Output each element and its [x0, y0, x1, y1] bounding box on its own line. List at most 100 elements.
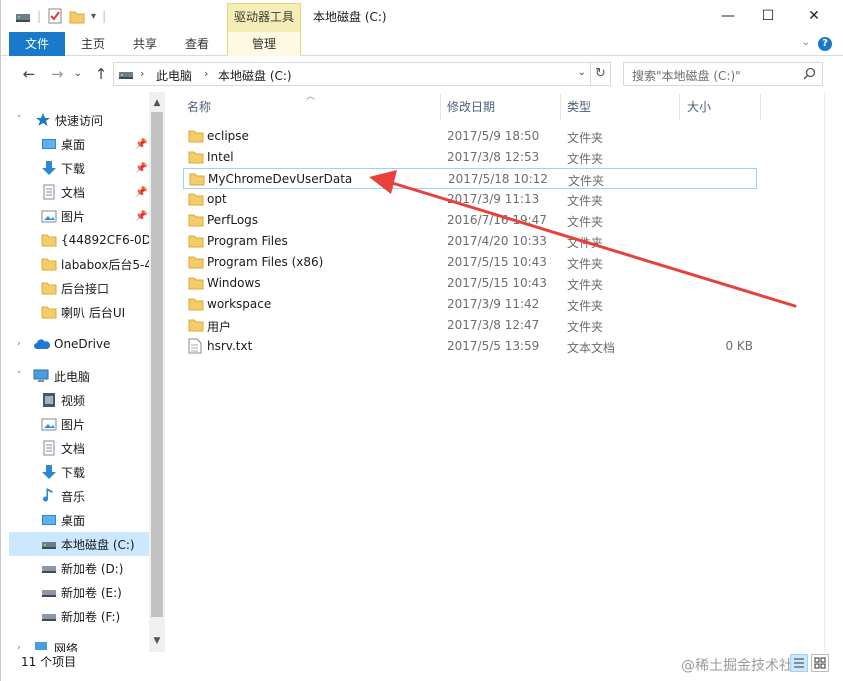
file-name: Program Files — [207, 234, 288, 248]
nav-item-pictures[interactable]: 图片 — [9, 412, 149, 436]
large-icons-view-button[interactable] — [811, 654, 829, 672]
explorer-window: | ▾ | 驱动器工具 本地磁盘 (C:) — ☐ ✕ 文件 主页 共享 查看 … — [0, 0, 843, 681]
collapse-chevron-icon[interactable]: ˅ — [17, 371, 22, 381]
file-row[interactable]: Intel 2017/3/8 12:53 文件夹 — [183, 147, 757, 168]
nav-item-folder[interactable]: lababox后台5-4 — [9, 252, 149, 276]
file-row[interactable]: eclipse 2017/5/9 18:50 文件夹 — [183, 126, 757, 147]
column-header-date[interactable]: 修改日期 — [447, 94, 495, 120]
refresh-button[interactable]: ↻ — [591, 62, 611, 86]
file-type: 文件夹 — [567, 215, 604, 229]
close-button[interactable]: ✕ — [791, 0, 837, 32]
scroll-down-icon[interactable]: ▼ — [149, 632, 165, 650]
back-button[interactable]: ← — [19, 64, 39, 84]
nav-item-drive-e[interactable]: 新加卷 (E:) — [9, 580, 149, 604]
nav-item-local-disk-c[interactable]: 本地磁盘 (C:) — [9, 532, 149, 556]
list-scrollbar[interactable] — [824, 92, 840, 652]
nav-item-drive-d[interactable]: 新加卷 (D:) — [9, 556, 149, 580]
nav-quick-access[interactable]: ˅ 快速访问 — [9, 108, 149, 132]
nav-label: 网络 — [54, 641, 79, 653]
video-icon — [41, 392, 57, 408]
column-divider[interactable] — [440, 94, 441, 120]
file-row[interactable]: Program Files 2017/4/20 10:33 文件夹 — [183, 231, 757, 252]
nav-this-pc[interactable]: ˅ 此电脑 — [9, 364, 149, 388]
expand-chevron-icon[interactable]: › — [17, 339, 21, 349]
customize-toolbar-icon[interactable]: ▾ — [91, 11, 96, 22]
tab-view[interactable]: 查看 — [177, 32, 217, 56]
nav-label: 图片 — [61, 417, 86, 432]
nav-item-folder[interactable]: 后台接口 — [9, 276, 149, 300]
details-view-button[interactable] — [790, 654, 808, 672]
details-view-icon — [794, 658, 804, 668]
pin-icon[interactable]: 📌 — [135, 163, 147, 174]
file-row[interactable]: workspace 2017/3/9 11:42 文件夹 — [183, 294, 757, 315]
search-icon — [803, 67, 816, 83]
nav-item-music[interactable]: 音乐 — [9, 484, 149, 508]
file-row[interactable]: Program Files (x86) 2017/5/15 10:43 文件夹 — [183, 252, 757, 273]
nav-label: 桌面 — [61, 137, 86, 152]
nav-network[interactable]: › 网络 — [9, 636, 149, 653]
file-row[interactable]: opt 2017/3/9 11:13 文件夹 — [183, 189, 757, 210]
file-row[interactable]: 用户 2017/3/8 12:47 文件夹 — [183, 315, 757, 336]
pin-icon[interactable]: 📌 — [135, 139, 147, 150]
properties-icon[interactable] — [47, 8, 63, 24]
file-date: 2017/5/15 10:43 — [447, 255, 547, 269]
column-header-type[interactable]: 类型 — [567, 94, 591, 120]
breadcrumb-separator-icon[interactable]: › — [204, 67, 208, 80]
scroll-up-icon[interactable]: ▲ — [149, 94, 165, 112]
nav-item-folder[interactable]: 喇叭 后台UI — [9, 300, 149, 324]
drive-icon — [41, 608, 57, 624]
file-type: 文件夹 — [567, 152, 604, 166]
file-row[interactable]: Windows 2017/5/15 10:43 文件夹 — [183, 273, 757, 294]
search-input[interactable]: 搜索"本地磁盘 (C:)" — [623, 62, 823, 86]
nav-scrollbar-thumb[interactable] — [151, 112, 163, 617]
nav-item-folder[interactable]: {44892CF6-0D6 — [9, 228, 149, 252]
nav-item-documents[interactable]: 文档 — [9, 436, 149, 460]
address-bar[interactable]: › 此电脑 › 本地磁盘 (C:) ⌄ — [113, 62, 591, 86]
nav-item-downloads[interactable]: 下载 — [9, 460, 149, 484]
tab-file[interactable]: 文件 — [9, 32, 65, 56]
breadcrumb-this-pc[interactable]: 此电脑 — [156, 67, 192, 84]
column-divider[interactable] — [760, 94, 761, 120]
computer-icon — [33, 368, 49, 384]
nav-item-downloads[interactable]: 下载 📌 — [9, 156, 149, 180]
address-dropdown-icon[interactable]: ⌄ — [578, 67, 586, 78]
column-header-name[interactable]: 名称 — [187, 94, 211, 120]
nav-onedrive[interactable]: › OneDrive — [9, 332, 149, 356]
expand-chevron-icon[interactable]: › — [17, 643, 21, 652]
forward-button[interactable]: → — [47, 64, 67, 84]
breadcrumb-local-disk[interactable]: 本地磁盘 (C:) — [218, 67, 292, 84]
network-icon — [33, 640, 49, 652]
tab-share[interactable]: 共享 — [125, 32, 165, 56]
pin-icon[interactable]: 📌 — [135, 187, 147, 198]
new-folder-icon[interactable] — [69, 8, 85, 24]
up-button[interactable]: ↑ — [91, 64, 111, 84]
folder-icon — [188, 254, 204, 273]
nav-label: 新加卷 (F:) — [61, 609, 121, 624]
collapse-chevron-icon[interactable]: ˅ — [17, 115, 22, 125]
file-row[interactable]: hsrv.txt 2017/5/5 13:59 文本文档 0 KB — [183, 336, 757, 357]
column-divider[interactable] — [560, 94, 561, 120]
maximize-button[interactable]: ☐ — [745, 0, 791, 32]
nav-item-drive-f[interactable]: 新加卷 (F:) — [9, 604, 149, 628]
column-header-size[interactable]: 大小 — [687, 94, 711, 120]
recent-locations-button[interactable]: ⌄ — [71, 64, 85, 84]
help-icon[interactable]: ? — [818, 37, 832, 51]
breadcrumb-separator-icon[interactable]: › — [140, 67, 144, 80]
drive-icon[interactable] — [15, 8, 31, 24]
file-row[interactable]: MyChromeDevUserData 2017/5/18 10:12 文件夹 — [183, 168, 757, 189]
nav-item-videos[interactable]: 视频 — [9, 388, 149, 412]
tab-home[interactable]: 主页 — [73, 32, 113, 56]
file-date: 2017/5/18 10:12 — [448, 172, 548, 186]
column-divider[interactable] — [679, 94, 680, 120]
nav-item-documents[interactable]: 文档 📌 — [9, 180, 149, 204]
nav-item-pictures[interactable]: 图片 📌 — [9, 204, 149, 228]
nav-item-desktop[interactable]: 桌面 — [9, 508, 149, 532]
nav-item-desktop[interactable]: 桌面 📌 — [9, 132, 149, 156]
pin-icon[interactable]: 📌 — [135, 211, 147, 222]
file-date: 2017/5/9 18:50 — [447, 129, 540, 143]
file-row[interactable]: PerfLogs 2016/7/16 19:47 文件夹 — [183, 210, 757, 231]
collapse-ribbon-icon[interactable]: ⌄ — [802, 37, 810, 48]
nav-label: 桌面 — [61, 513, 86, 528]
tab-manage[interactable]: 管理 — [227, 32, 301, 56]
file-name: eclipse — [207, 129, 249, 143]
